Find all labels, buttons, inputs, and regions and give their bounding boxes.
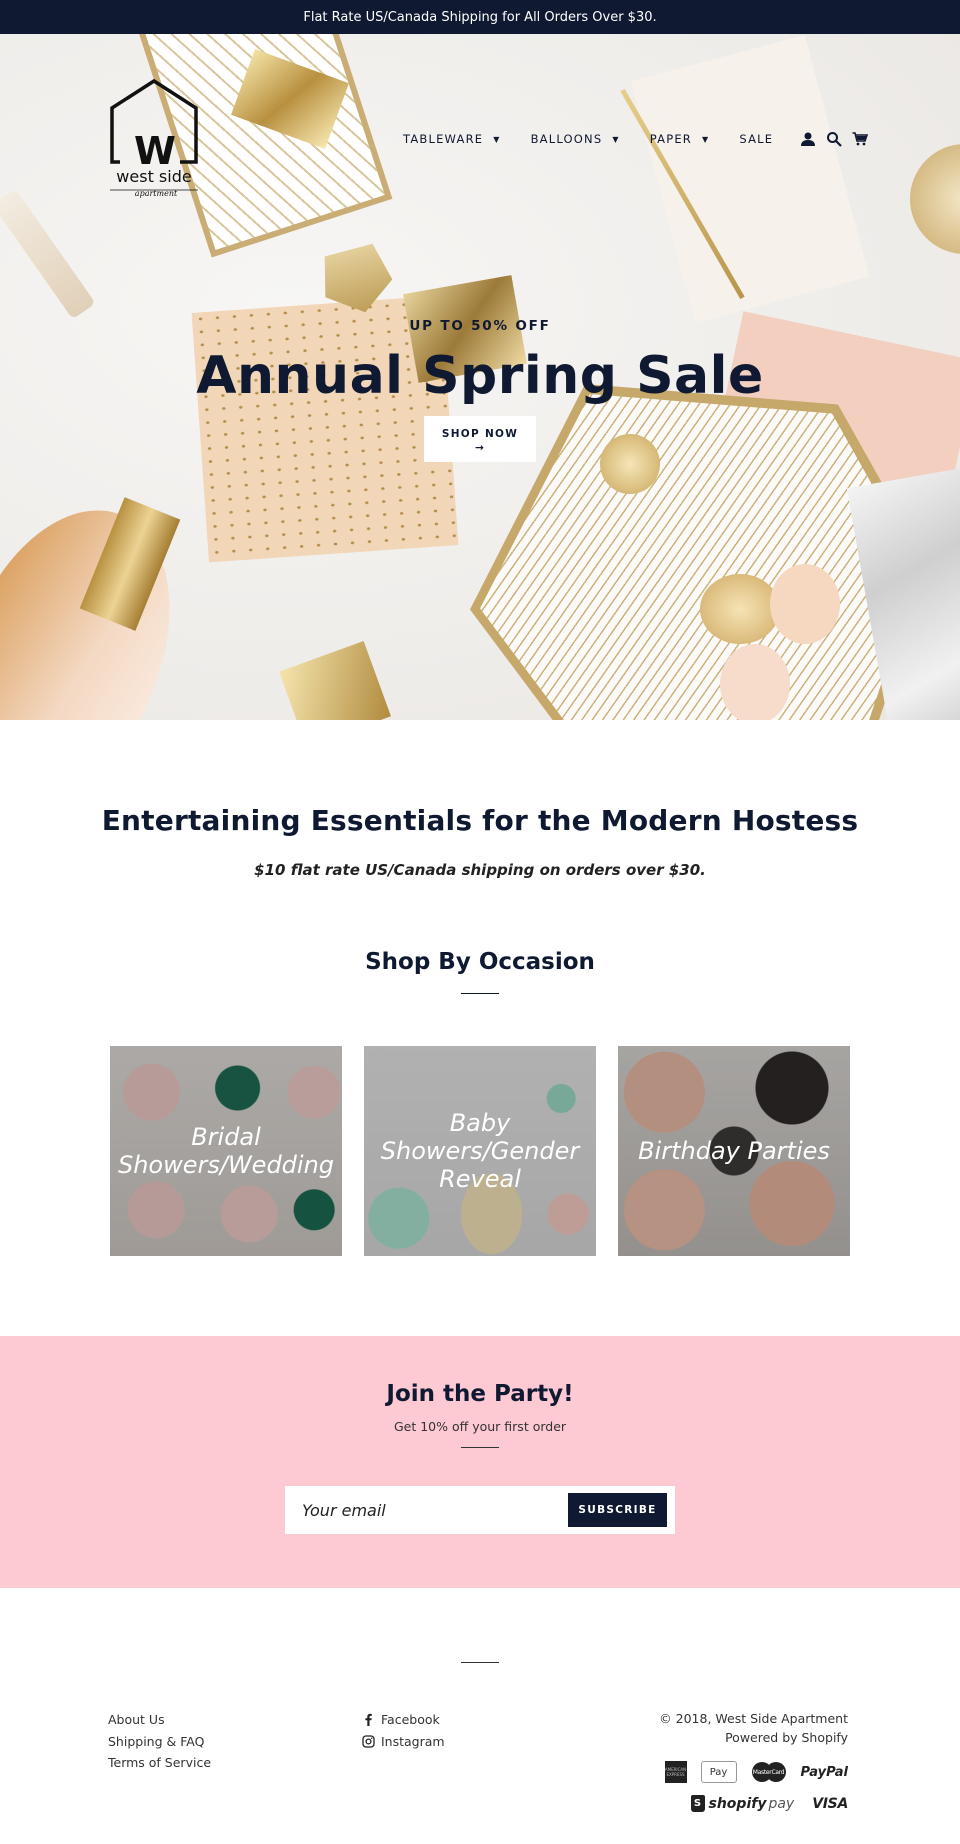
social-link-instagram[interactable]: Instagram [362,1731,445,1753]
shop-now-button[interactable]: SHOP NOW → [424,416,536,462]
title-divider [461,993,499,994]
subscribe-button[interactable]: SUBSCRIBE [568,1493,667,1527]
announcement-text: Flat Rate US/Canada Shipping for All Ord… [303,9,657,25]
hero-image-decor [700,574,780,644]
nav-item-sale[interactable]: SALE [739,132,773,146]
newsletter-form: SUBSCRIBE [285,1486,675,1534]
nav-item-label: BALLOONS [530,132,603,146]
copyright: © 2018, West Side Apartment [659,1711,848,1726]
account-icon[interactable] [799,130,817,148]
newsletter-divider [461,1447,499,1448]
tile-label: Baby Showers/Gender Reveal [380,1109,580,1193]
hero-content: UP TO 50% OFF Annual Spring Sale SHOP NO… [0,318,960,462]
cart-icon[interactable] [851,130,869,148]
intro-subtitle: $10 flat rate US/Canada shipping on orde… [254,861,706,879]
nav-item-tableware[interactable]: TABLEWARE ▼ [403,132,501,146]
social-label: Facebook [381,1712,440,1727]
occasion-tile-birthday[interactable]: Birthday Parties [618,1046,850,1256]
hero-subtitle: UP TO 50% OFF [409,318,551,334]
mastercard-icon: MasterCard [751,1761,787,1783]
brand-logo[interactable]: W west side apartment [108,78,200,202]
nav-item-label: TABLEWARE [403,132,484,146]
svg-text:apartment: apartment [135,189,178,198]
visa-icon: VISA [812,1795,848,1812]
hero-image-decor [720,644,790,720]
footer-link-about[interactable]: About Us [108,1709,211,1731]
facebook-icon [365,1714,372,1727]
main-nav: TABLEWARE ▼ BALLOONS ▼ PAPER ▼ SALE [403,130,869,148]
hero-image-decor [630,34,870,324]
announcement-bar: Flat Rate US/Canada Shipping for All Ord… [0,0,960,34]
email-input[interactable] [302,1500,568,1520]
amex-icon: AMERICAN EXPRESS [664,1761,687,1783]
footer-divider [461,1662,499,1663]
nav-item-balloons[interactable]: BALLOONS ▼ [531,132,620,146]
arrow-right-icon: → [474,442,486,454]
hero-image-decor [279,641,391,720]
newsletter-section: Join the Party! Get 10% off your first o… [0,1336,960,1588]
nav-item-paper[interactable]: PAPER ▼ [650,132,710,146]
tile-label: Bridal Showers/Wedding [117,1123,335,1179]
intro-section: Entertaining Essentials for the Modern H… [0,720,960,879]
instagram-icon [362,1735,375,1748]
section-title: Shop By Occasion [365,949,595,975]
tile-label: Birthday Parties [638,1137,830,1165]
footer-link-shipping[interactable]: Shipping & FAQ [108,1731,211,1753]
footer-social: Facebook Instagram [362,1709,445,1752]
shopify-pay-icon: S shopify pay [690,1795,794,1812]
nav-item-label: PAPER [649,132,692,146]
apple-pay-icon: Pay [700,1761,737,1783]
caret-down-icon: ▼ [612,134,620,144]
hero-slideshow: W west side apartment TABLEWARE ▼ BALLOO… [0,34,960,720]
occasion-tile-baby[interactable]: Baby Showers/Gender Reveal [364,1046,596,1256]
hero-title: Annual Spring Sale [196,346,764,406]
intro-title: Entertaining Essentials for the Modern H… [101,804,859,837]
site-footer: About Us Shipping & FAQ Terms of Service… [0,1588,960,1829]
newsletter-subtitle: Get 10% off your first order [393,1419,567,1434]
payment-icons-row-2: S shopify pay VISA [659,1795,848,1812]
caret-down-icon: ▼ [702,134,710,144]
paypal-icon: PayPal [800,1764,848,1780]
footer-links: About Us Shipping & FAQ Terms of Service [108,1709,211,1774]
powered-by-link[interactable]: Powered by Shopify [659,1728,848,1747]
occasion-tile-bridal[interactable]: Bridal Showers/Wedding [110,1046,342,1256]
shopify-bag-icon: S [690,1795,705,1812]
hero-image-decor [770,564,840,644]
shop-by-occasion: Shop By Occasion Bridal Showers/Wedding … [0,949,960,1256]
social-label: Instagram [381,1733,445,1749]
occasion-tiles: Bridal Showers/Wedding Baby Showers/Gend… [0,1046,960,1256]
nav-item-label: SALE [739,132,774,146]
house-logo-icon: W west side apartment [110,78,198,198]
social-link-facebook[interactable]: Facebook [362,1709,445,1731]
hero-image-decor [0,188,96,320]
footer-meta: © 2018, West Side Apartment Powered by S… [659,1709,848,1812]
newsletter-title: Join the Party! [386,1381,574,1407]
hero-image-decor [910,144,960,254]
footer-link-terms[interactable]: Terms of Service [108,1752,211,1774]
payment-icons: AMERICAN EXPRESS Pay MasterCard PayPal [659,1761,848,1783]
caret-down-icon: ▼ [493,134,501,144]
search-icon[interactable] [825,130,843,148]
svg-text:west side: west side [116,167,191,186]
shop-now-label: SHOP NOW [441,428,519,440]
